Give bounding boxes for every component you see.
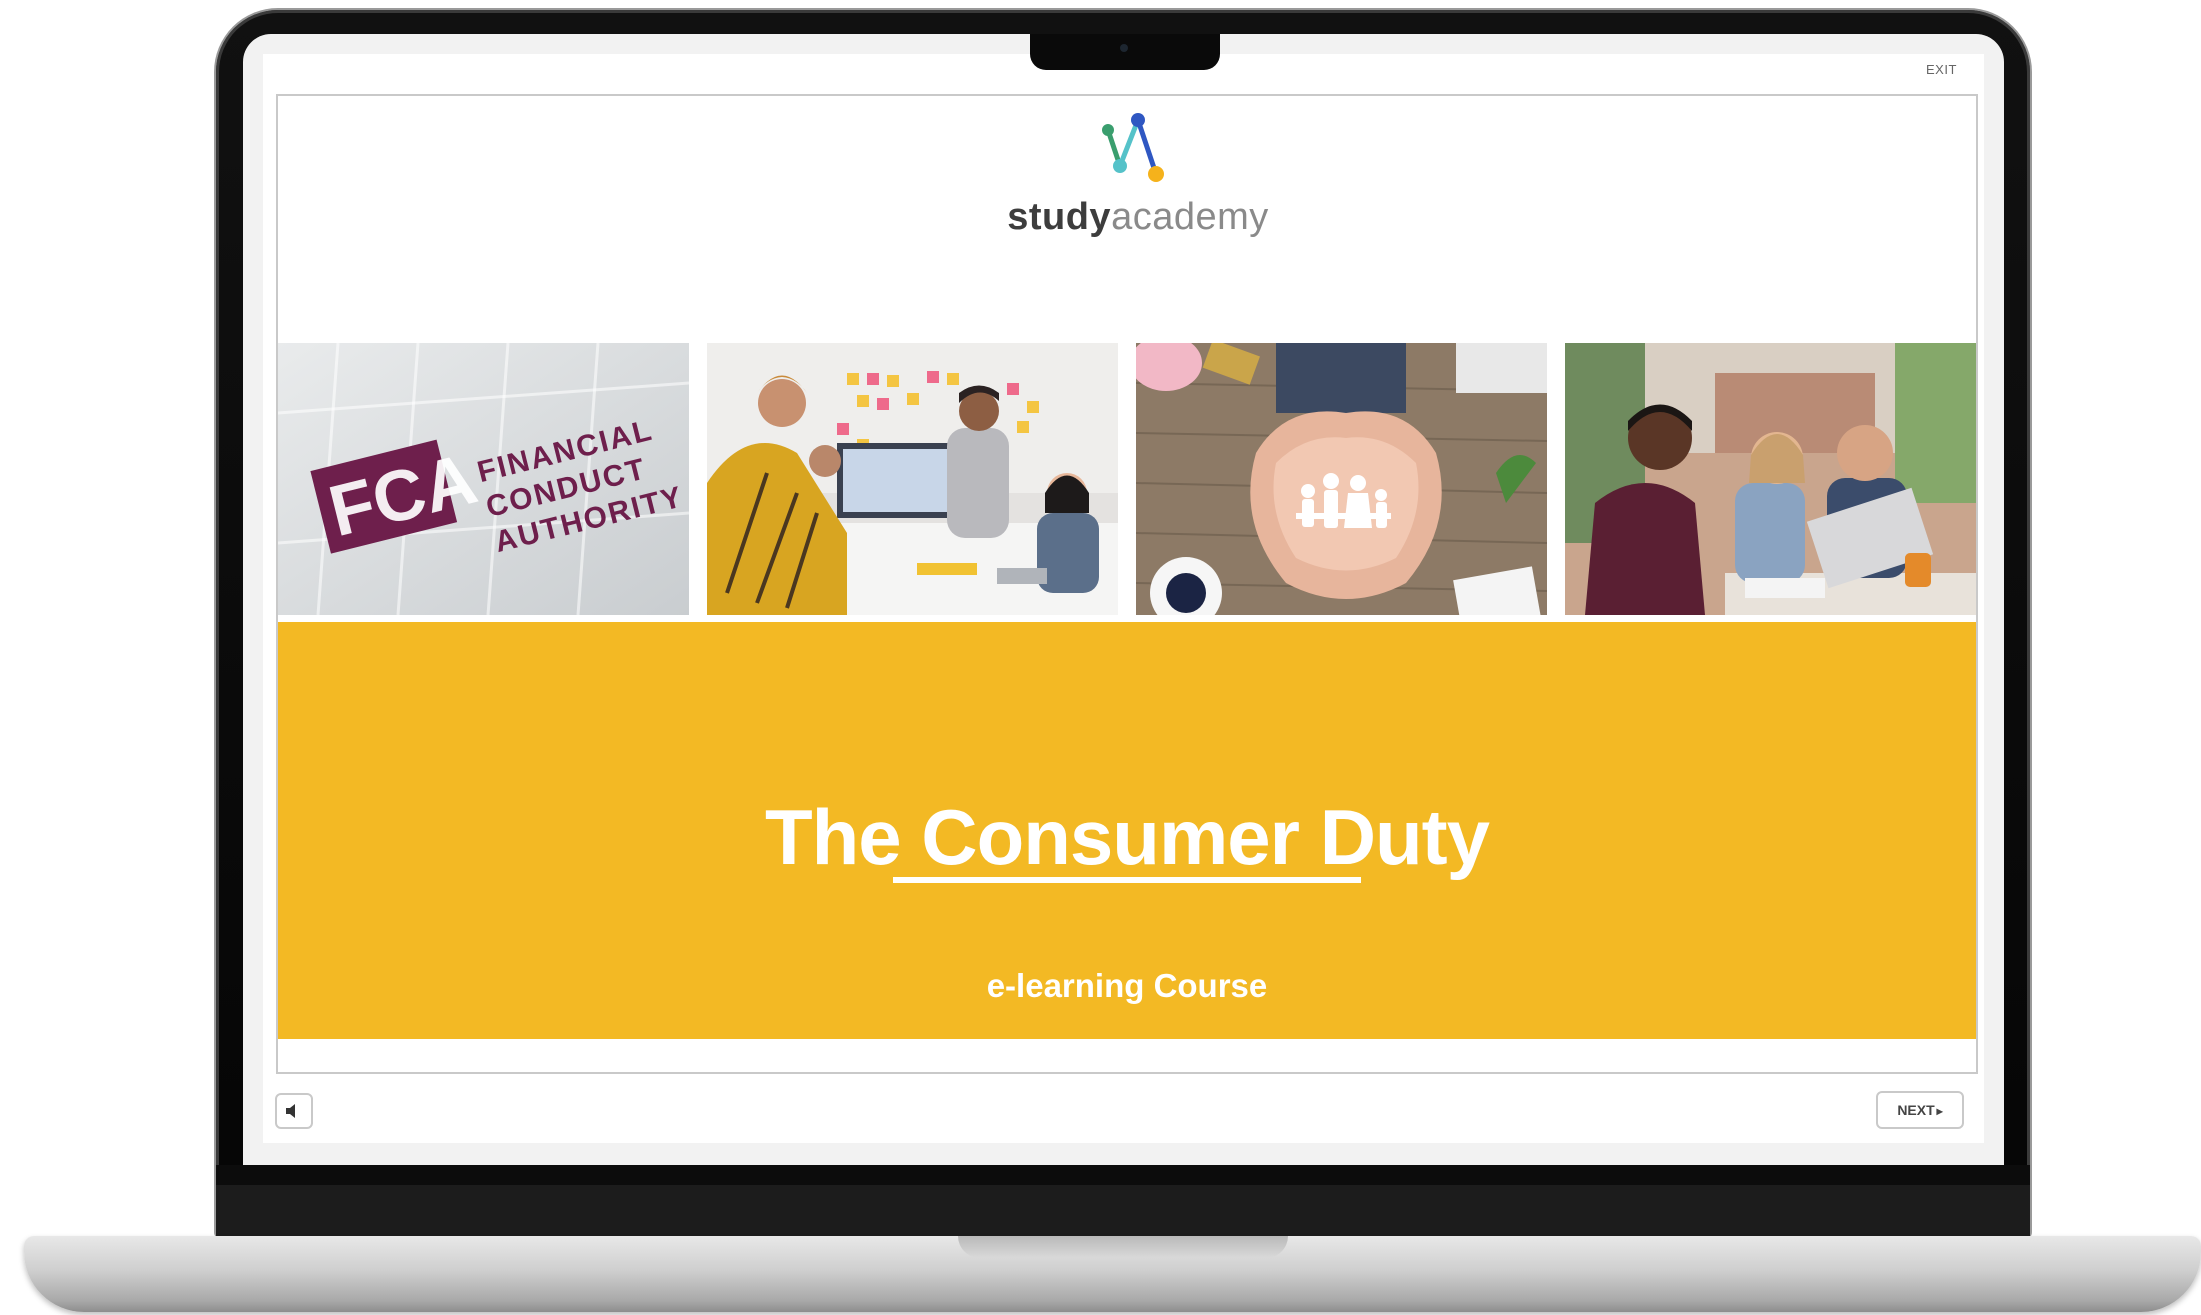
title-banner: The Consumer Duty e-learning Course	[278, 622, 1976, 1039]
speaker-icon	[286, 1104, 295, 1118]
camera-notch	[1030, 34, 1220, 70]
logo-wordmark: studyacademy	[988, 196, 1288, 239]
colleagues-laptop-photo	[1565, 343, 1976, 615]
next-label: NEXT	[1897, 1102, 1935, 1118]
laptop-lid-opening-notch	[958, 1236, 1288, 1258]
logo-mark-icon	[1102, 113, 1164, 182]
title-slide: studyacademy FCA FINANCIAL CONDUCT AUTHO…	[276, 94, 1978, 1074]
audio-toggle-button[interactable]	[275, 1093, 313, 1129]
logo-word-study: study	[1007, 196, 1112, 238]
exit-button[interactable]: EXIT	[1926, 62, 1957, 77]
paper-family-hands-photo	[1136, 343, 1547, 615]
laptop-hinge	[216, 1185, 2030, 1237]
study-academy-logo: studyacademy	[988, 108, 1288, 248]
office-meeting-photo	[707, 343, 1118, 615]
photo-strip: FCA FINANCIAL CONDUCT AUTHORITY	[278, 343, 1976, 615]
course-title: The Consumer Duty	[764, 793, 1490, 881]
title-underline	[893, 877, 1361, 883]
fca-sign-photo: FCA FINANCIAL CONDUCT AUTHORITY	[278, 343, 689, 615]
chevron-right-icon: ▸	[1936, 1104, 1943, 1118]
next-button[interactable]: NEXT ▸	[1876, 1091, 1964, 1129]
webcam-icon	[1120, 44, 1128, 52]
course-subtitle: e-learning Course	[986, 967, 1268, 1004]
logo-word-academy: academy	[1111, 196, 1269, 238]
